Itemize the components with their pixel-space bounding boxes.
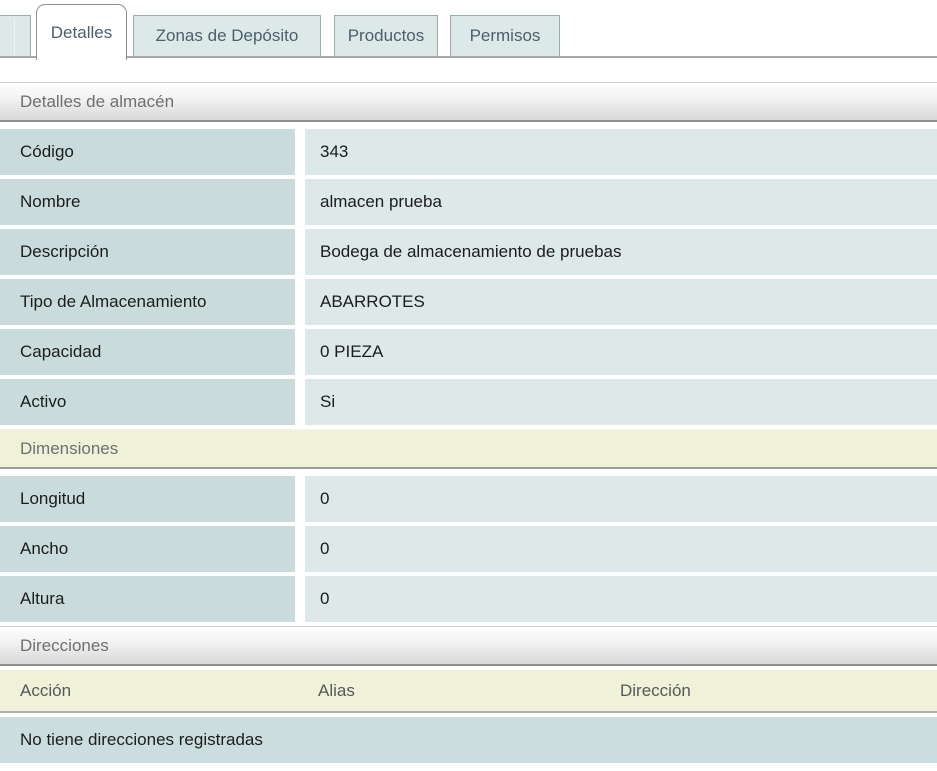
addresses-empty-message: No tiene direcciones registradas <box>0 717 937 763</box>
section-title: Dimensiones <box>20 439 118 459</box>
field-label-capacidad: Capacidad <box>0 329 295 375</box>
row-altura: Altura 0 <box>0 576 937 622</box>
tab-productos-label: Productos <box>348 26 425 46</box>
field-value-nombre: almacen prueba <box>305 179 937 225</box>
field-label-longitud: Longitud <box>0 476 295 522</box>
warehouse-details-page: Detalles Zonas de Depósito Productos Per… <box>0 0 937 771</box>
field-label-descripcion: Descripción <box>0 229 295 275</box>
tab-zonas-de-deposito-label: Zonas de Depósito <box>156 26 299 46</box>
field-value-codigo: 343 <box>305 129 937 175</box>
field-label-altura: Altura <box>0 576 295 622</box>
row-ancho: Ancho 0 <box>0 526 937 572</box>
tab-productos[interactable]: Productos <box>334 15 438 56</box>
field-label-nombre: Nombre <box>0 179 295 225</box>
row-capacidad: Capacidad 0 PIEZA <box>0 329 937 375</box>
details-rows: Código 343 Nombre almacen prueba Descrip… <box>0 129 937 425</box>
field-value-activo: Si <box>305 379 937 425</box>
field-value-altura: 0 <box>305 576 937 622</box>
field-value-ancho: 0 <box>305 526 937 572</box>
tab-content-detalles: Detalles de almacén Código 343 Nombre al… <box>0 82 937 763</box>
section-title: Detalles de almacén <box>20 92 174 112</box>
field-label-codigo: Código <box>0 129 295 175</box>
field-value-longitud: 0 <box>305 476 937 522</box>
field-label-activo: Activo <box>0 379 295 425</box>
field-value-capacidad: 0 PIEZA <box>305 329 937 375</box>
tab-bar: Detalles Zonas de Depósito Productos Per… <box>0 0 937 58</box>
row-activo: Activo Si <box>0 379 937 425</box>
section-title: Direcciones <box>20 636 109 656</box>
row-codigo: Código 343 <box>0 129 937 175</box>
row-tipo-de-almacenamiento: Tipo de Almacenamiento ABARROTES <box>0 279 937 325</box>
tab-stub-divider <box>14 18 15 56</box>
dimensions-rows: Longitud 0 Ancho 0 Altura 0 <box>0 476 937 622</box>
column-header-direccion: Dirección <box>600 681 937 701</box>
field-label-tipo-de-almacenamiento: Tipo de Almacenamiento <box>0 279 295 325</box>
row-descripcion: Descripción Bodega de almacenamiento de … <box>0 229 937 275</box>
tab-strip-stub <box>0 15 31 56</box>
tab-zonas-de-deposito[interactable]: Zonas de Depósito <box>133 15 321 56</box>
tab-permisos[interactable]: Permisos <box>450 15 560 56</box>
row-nombre: Nombre almacen prueba <box>0 179 937 225</box>
field-label-ancho: Ancho <box>0 526 295 572</box>
field-value-tipo-de-almacenamiento: ABARROTES <box>305 279 937 325</box>
section-header-detalles-de-almacen: Detalles de almacén <box>0 82 937 122</box>
tab-permisos-label: Permisos <box>470 26 541 46</box>
section-header-direcciones: Direcciones <box>0 626 937 666</box>
row-longitud: Longitud 0 <box>0 476 937 522</box>
column-header-accion: Acción <box>0 681 298 701</box>
addresses-table-header: Acción Alias Dirección <box>0 670 937 713</box>
tab-detalles[interactable]: Detalles <box>36 4 127 60</box>
field-value-descripcion: Bodega de almacenamiento de pruebas <box>305 229 937 275</box>
tab-detalles-label: Detalles <box>51 23 112 43</box>
section-header-dimensiones: Dimensiones <box>0 429 937 469</box>
column-header-alias: Alias <box>298 681 600 701</box>
tab-bar-underline <box>0 56 937 58</box>
